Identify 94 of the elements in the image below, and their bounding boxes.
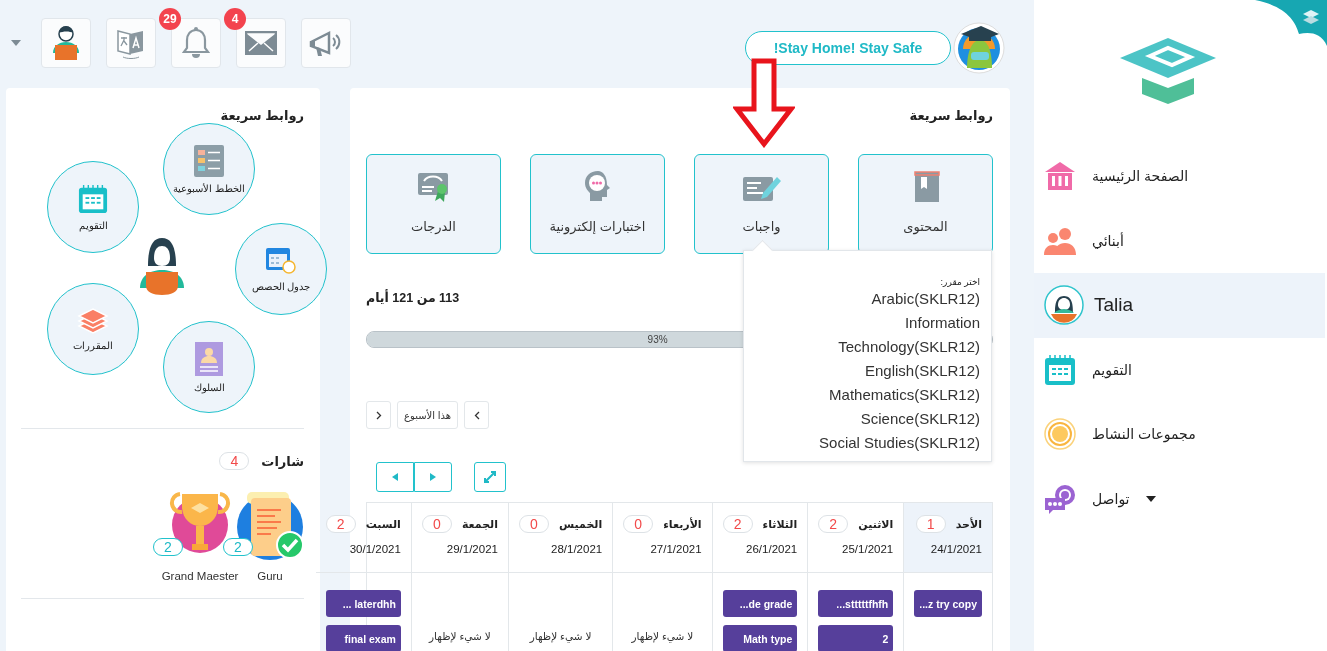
scroll-badge-icon (235, 490, 305, 560)
day-name: الأربعاء (663, 517, 702, 531)
avatar-icon (1044, 285, 1084, 326)
count-badge: 0 (623, 515, 654, 533)
section-title: شارات (261, 453, 304, 469)
nav-item[interactable]: Talia (1034, 273, 1325, 338)
day-date: 26/1/2021 (745, 543, 798, 555)
nav-item[interactable]: الصفحة الرئيسية (1034, 144, 1325, 209)
day-name: الثلاثاء (762, 517, 798, 531)
timetable-icon (265, 246, 297, 275)
task-chip[interactable]: ...z try copy (914, 590, 982, 617)
section-title: روابط سريعة (908, 108, 993, 123)
empty-text: لا شيء لإظهار (528, 630, 593, 642)
quick-link-circle[interactable]: الخطط الأسبوعية (163, 123, 255, 215)
count-badge: 2 (325, 515, 356, 533)
target-icon (1044, 418, 1076, 451)
quick-link-circle[interactable]: السلوك (163, 321, 255, 413)
mascot-avatar-icon (953, 22, 1005, 74)
popup-heading: اختر مقرر: (939, 277, 980, 287)
course-option[interactable]: Arabic(SKLR12) (755, 287, 980, 311)
expand-icon (484, 471, 496, 483)
calendar-icon (78, 183, 108, 214)
day-name: السبت (365, 517, 401, 531)
count-badge: 1 (915, 515, 946, 533)
count-badge: 0 (421, 515, 452, 533)
day-name: الأحد (955, 517, 982, 531)
course-option[interactable]: Science(SKLR12) (755, 407, 980, 431)
nav-item[interactable]: مجموعات النشاط (1034, 402, 1325, 467)
chevron-left-icon (473, 410, 480, 420)
badge-name: Guru (257, 570, 283, 582)
triangle-right-icon (430, 473, 436, 481)
nav-item[interactable]: التقويم (1034, 337, 1325, 402)
empty-text: لا شيء لإظهار (427, 630, 492, 642)
section-title: روابط سريعة (219, 108, 304, 123)
task-chip[interactable]: ... laterdhh (325, 590, 401, 617)
day-date: 27/1/2021 (649, 543, 702, 555)
progress-text: 113 من 121 أيام (366, 290, 460, 305)
bell-icon (182, 27, 210, 59)
corner-logo-drawing (1255, 0, 1327, 46)
task-chip[interactable]: ...de grade (722, 590, 798, 617)
nav-item[interactable]: تواصل (1034, 466, 1325, 531)
building-icon (1044, 160, 1076, 193)
quick-link-tile[interactable]: اختبارات إلكترونية (530, 154, 665, 254)
day-date: 24/1/2021 (929, 543, 982, 555)
count-badge: 2 (153, 538, 183, 556)
next-button[interactable] (414, 462, 452, 492)
quick-link-circle[interactable]: التقويم (47, 161, 139, 253)
course-option[interactable]: Social Studies(SKLR12) (755, 431, 980, 455)
chevron-right-icon (375, 410, 382, 420)
course-option[interactable]: Mathematics(SKLR12) (755, 383, 980, 407)
day-date: 30/1/2021 (348, 543, 401, 555)
triangle-left-icon (392, 473, 398, 481)
count-badge: 0 (518, 515, 549, 533)
course-option[interactable]: Information (755, 311, 980, 335)
books-icon (77, 307, 109, 334)
day-date: 29/1/2021 (445, 543, 498, 555)
task-chip[interactable]: ...stttttfhfh (818, 590, 894, 617)
toolbar-button[interactable] (41, 18, 91, 68)
nav-item[interactable]: أبنائي (1034, 208, 1325, 273)
profile-card-icon (195, 341, 223, 376)
megaphone-icon (309, 28, 343, 58)
day-name: الخميس (558, 517, 603, 531)
chat-icon (1044, 482, 1076, 515)
previous-button[interactable] (376, 462, 414, 492)
task-chip[interactable]: 2 (818, 625, 894, 651)
checklist-icon (194, 144, 224, 177)
progress-reading: 93% (647, 334, 668, 345)
count-badge: 4 (224, 8, 246, 30)
count-badge: 4 (219, 452, 250, 470)
quick-link-circle[interactable]: جدول الحصص (235, 223, 327, 315)
this-week-button[interactable]: هذا الأسبوع (397, 401, 459, 429)
expand-button[interactable] (474, 462, 506, 492)
day-name: الاثنين (858, 517, 894, 531)
task-chip[interactable]: final exam (325, 625, 401, 651)
count-badge: 29 (159, 8, 181, 30)
badge-name: Grand Maester (161, 570, 239, 582)
count-badge: 2 (223, 538, 253, 556)
count-badge: 2 (818, 515, 849, 533)
quick-link-tile[interactable]: الدرجات (366, 154, 501, 254)
course-option[interactable]: English(SKLR12) (755, 359, 980, 383)
caret-icon (1145, 495, 1156, 502)
person-laptop-icon (138, 236, 186, 296)
quick-link-circle[interactable]: المقررات (47, 283, 139, 375)
day-date: 28/1/2021 (550, 543, 603, 555)
envelope-icon (245, 31, 277, 55)
course-option[interactable]: Technology(SKLR12) (755, 335, 980, 359)
empty-text: لا شيء لإظهار (630, 630, 695, 642)
day-date: 25/1/2021 (841, 543, 894, 555)
task-chip[interactable]: Math type (722, 625, 798, 651)
calendar-icon (1044, 353, 1076, 386)
count-badge: 2 (722, 515, 753, 533)
day-name: الجمعة (461, 517, 498, 531)
quick-link-tile[interactable]: واجبات (694, 154, 829, 254)
caret-icon[interactable] (11, 40, 21, 46)
